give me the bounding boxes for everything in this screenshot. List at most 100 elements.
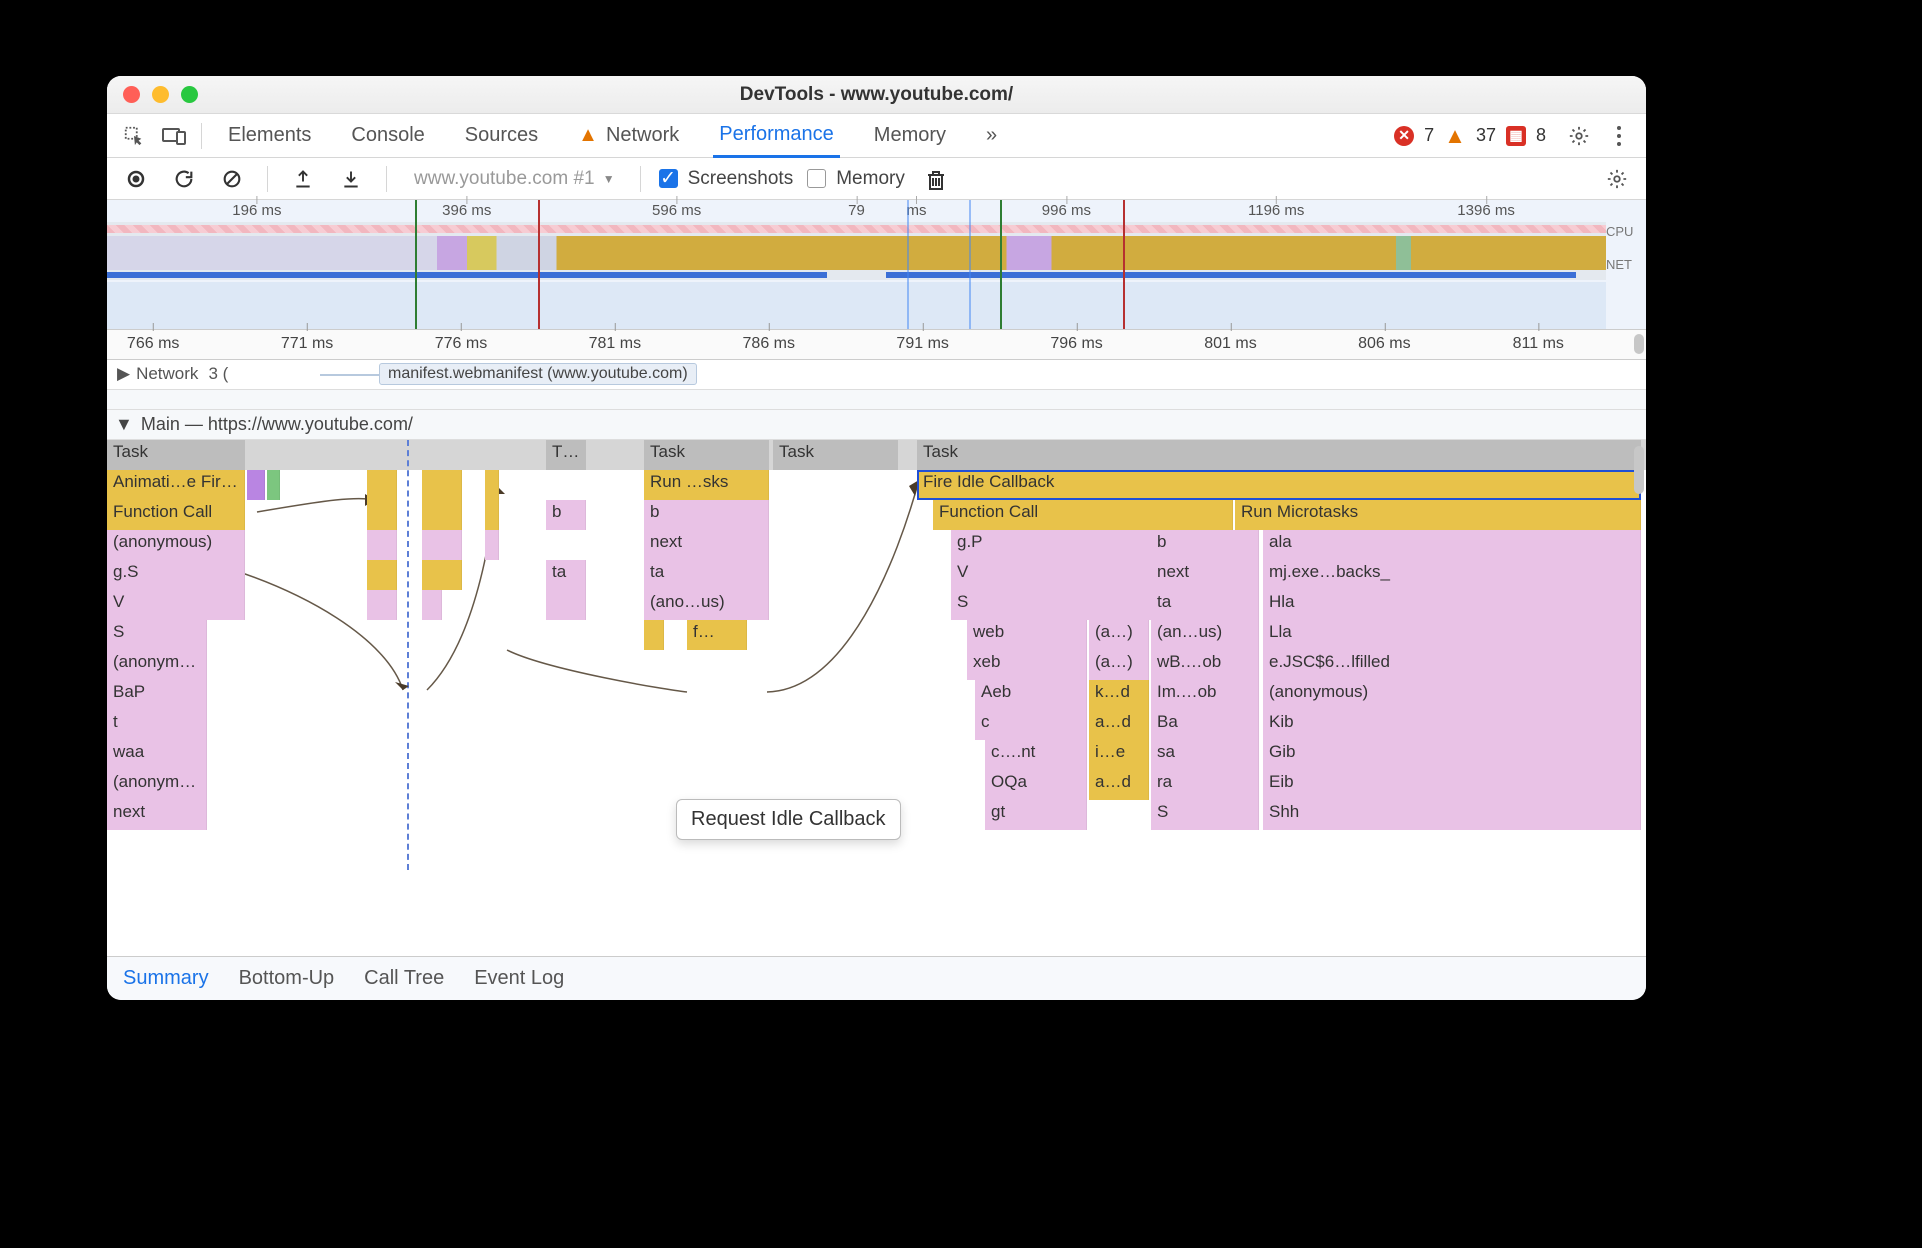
recording-picker[interactable]: www.youtube.com #1	[405, 165, 622, 193]
upload-icon[interactable]	[286, 162, 320, 196]
flame-entry[interactable]: f…	[687, 620, 747, 650]
flame-entry[interactable]: Im.…ob	[1151, 680, 1259, 710]
tab-summary[interactable]: Summary	[123, 967, 209, 990]
flame-entry[interactable]: c….nt	[985, 740, 1087, 770]
flame-entry[interactable]	[367, 470, 397, 500]
flame-entry[interactable]	[367, 560, 397, 590]
main-thread-header[interactable]: ▼ Main — https://www.youtube.com/	[107, 410, 1646, 440]
flame-entry[interactable]: V	[107, 590, 245, 620]
flame-entry[interactable]: web	[967, 620, 1087, 650]
flame-entry[interactable]: Run Microtasks	[1235, 500, 1641, 530]
flame-entry[interactable]: c	[975, 710, 1087, 740]
record-icon[interactable]	[119, 162, 153, 196]
flame-entry[interactable]: e.JSC$6…lfilled	[1263, 650, 1641, 680]
flame-entry[interactable]	[644, 620, 664, 650]
flame-entry[interactable]: Animati…e Fired	[107, 470, 245, 500]
tab-console[interactable]: Console	[345, 114, 430, 158]
tab-performance[interactable]: Performance	[713, 114, 840, 158]
tab-call-tree[interactable]: Call Tree	[364, 967, 444, 990]
capture-settings-gear-icon[interactable]	[1600, 162, 1634, 196]
overview-handle-left[interactable]	[907, 200, 909, 329]
flame-entry[interactable]: (ano…us)	[644, 590, 769, 620]
flame-entry[interactable]: xeb	[967, 650, 1087, 680]
flame-entry[interactable]: (anonymous)	[107, 530, 245, 560]
flame-entry[interactable]	[485, 470, 499, 500]
clear-icon[interactable]	[215, 162, 249, 196]
task-entry[interactable]: Task	[917, 440, 1641, 470]
flame-entry[interactable]: Kib	[1263, 710, 1641, 740]
flame-entry[interactable]: t	[107, 710, 207, 740]
flame-entry[interactable]: (a…)	[1089, 620, 1149, 650]
flame-entry[interactable]: Shh	[1263, 800, 1641, 830]
flame-entry[interactable]: b	[1151, 530, 1259, 560]
device-toolbar-icon[interactable]	[157, 119, 191, 153]
flame-entry[interactable]: next	[644, 530, 769, 560]
flame-entry[interactable]: b	[546, 500, 586, 530]
flame-entry[interactable]: next	[107, 800, 207, 830]
inspect-element-icon[interactable]	[117, 119, 151, 153]
flame-entry[interactable]: Function Call	[107, 500, 245, 530]
flame-entry[interactable]	[367, 530, 397, 560]
flame-entry[interactable]: Run …sks	[644, 470, 769, 500]
flame-entry[interactable]: Gib	[1263, 740, 1641, 770]
settings-gear-icon[interactable]	[1562, 119, 1596, 153]
flame-entry[interactable]: (anonymous)	[107, 770, 207, 800]
flame-entry[interactable]	[267, 470, 280, 500]
detail-ruler[interactable]: 766 ms 771 ms 776 ms 781 ms 786 ms 791 m…	[107, 330, 1646, 360]
flame-entry[interactable]: (an…us)	[1151, 620, 1259, 650]
flame-entry[interactable]: a…d	[1089, 770, 1149, 800]
status-badges[interactable]: ✕ 7 ▲ 37 ▦ 8	[1394, 123, 1546, 149]
download-icon[interactable]	[334, 162, 368, 196]
flame-entry[interactable]	[546, 590, 586, 620]
network-lane-toggle[interactable]: ▶ Network 3 (	[117, 364, 228, 384]
flame-entry[interactable]: i…e	[1089, 740, 1149, 770]
flame-entry[interactable]: ta	[644, 560, 769, 590]
task-entry[interactable]: Task	[107, 440, 245, 470]
tab-bottom-up[interactable]: Bottom-Up	[239, 967, 335, 990]
flame-entry[interactable]	[367, 590, 397, 620]
flame-entry[interactable]: g.S	[107, 560, 245, 590]
flame-entry[interactable]: Function Call	[933, 500, 1233, 530]
scroll-thumb[interactable]	[1634, 334, 1644, 354]
flame-entry[interactable]: sa	[1151, 740, 1259, 770]
flame-entry[interactable]: (a…)	[1089, 650, 1149, 680]
scroll-thumb[interactable]	[1634, 446, 1644, 494]
flame-entry[interactable]: mj.exe…backs_	[1263, 560, 1641, 590]
flame-entry[interactable]: ta	[1151, 590, 1259, 620]
flame-entry[interactable]	[422, 500, 462, 530]
tab-memory[interactable]: Memory	[868, 114, 952, 158]
flame-entry[interactable]: next	[1151, 560, 1259, 590]
flame-entry[interactable]	[485, 530, 499, 560]
flame-entry[interactable]: Ba	[1151, 710, 1259, 740]
flame-entry[interactable]: Fire Idle Callback	[917, 470, 1641, 500]
task-entry[interactable]: Task	[773, 440, 898, 470]
tab-elements[interactable]: Elements	[222, 114, 317, 158]
overview-handle-right[interactable]	[969, 200, 971, 329]
kebab-menu-icon[interactable]	[1602, 119, 1636, 153]
flame-entry[interactable]: OQa	[985, 770, 1087, 800]
flame-entry[interactable]: Aeb	[975, 680, 1087, 710]
tab-network[interactable]: ▲ Network	[572, 114, 685, 158]
flame-entry[interactable]: (anonymous)	[107, 650, 207, 680]
reload-record-icon[interactable]	[167, 162, 201, 196]
flame-entry[interactable]	[422, 590, 442, 620]
flame-entry[interactable]: gt	[985, 800, 1087, 830]
tab-event-log[interactable]: Event Log	[474, 967, 564, 990]
task-entry[interactable]: Task	[644, 440, 769, 470]
flame-entry[interactable]: b	[644, 500, 769, 530]
flame-entry[interactable]	[367, 500, 397, 530]
flame-entry[interactable]: waa	[107, 740, 207, 770]
tabs-overflow[interactable]: »	[980, 114, 1003, 158]
network-lane[interactable]: ▶ Network 3 ( manifest.webmanifest (www.…	[107, 360, 1646, 390]
screenshots-checkbox[interactable]: ✓ Screenshots	[659, 168, 794, 190]
flame-entry[interactable]	[247, 470, 265, 500]
flame-entry[interactable]	[422, 530, 462, 560]
flame-entry[interactable]: S	[1151, 800, 1259, 830]
task-entry[interactable]: T…	[546, 440, 586, 470]
overview-timeline[interactable]: 196 ms 396 ms 596 ms 79 ms 996 ms 1196 m…	[107, 200, 1646, 330]
flame-entry[interactable]: ra	[1151, 770, 1259, 800]
memory-checkbox[interactable]: Memory	[807, 168, 905, 190]
flame-entry[interactable]: BaP	[107, 680, 207, 710]
flame-entry[interactable]	[422, 560, 462, 590]
flame-entry[interactable]: (anonymous)	[1263, 680, 1641, 710]
